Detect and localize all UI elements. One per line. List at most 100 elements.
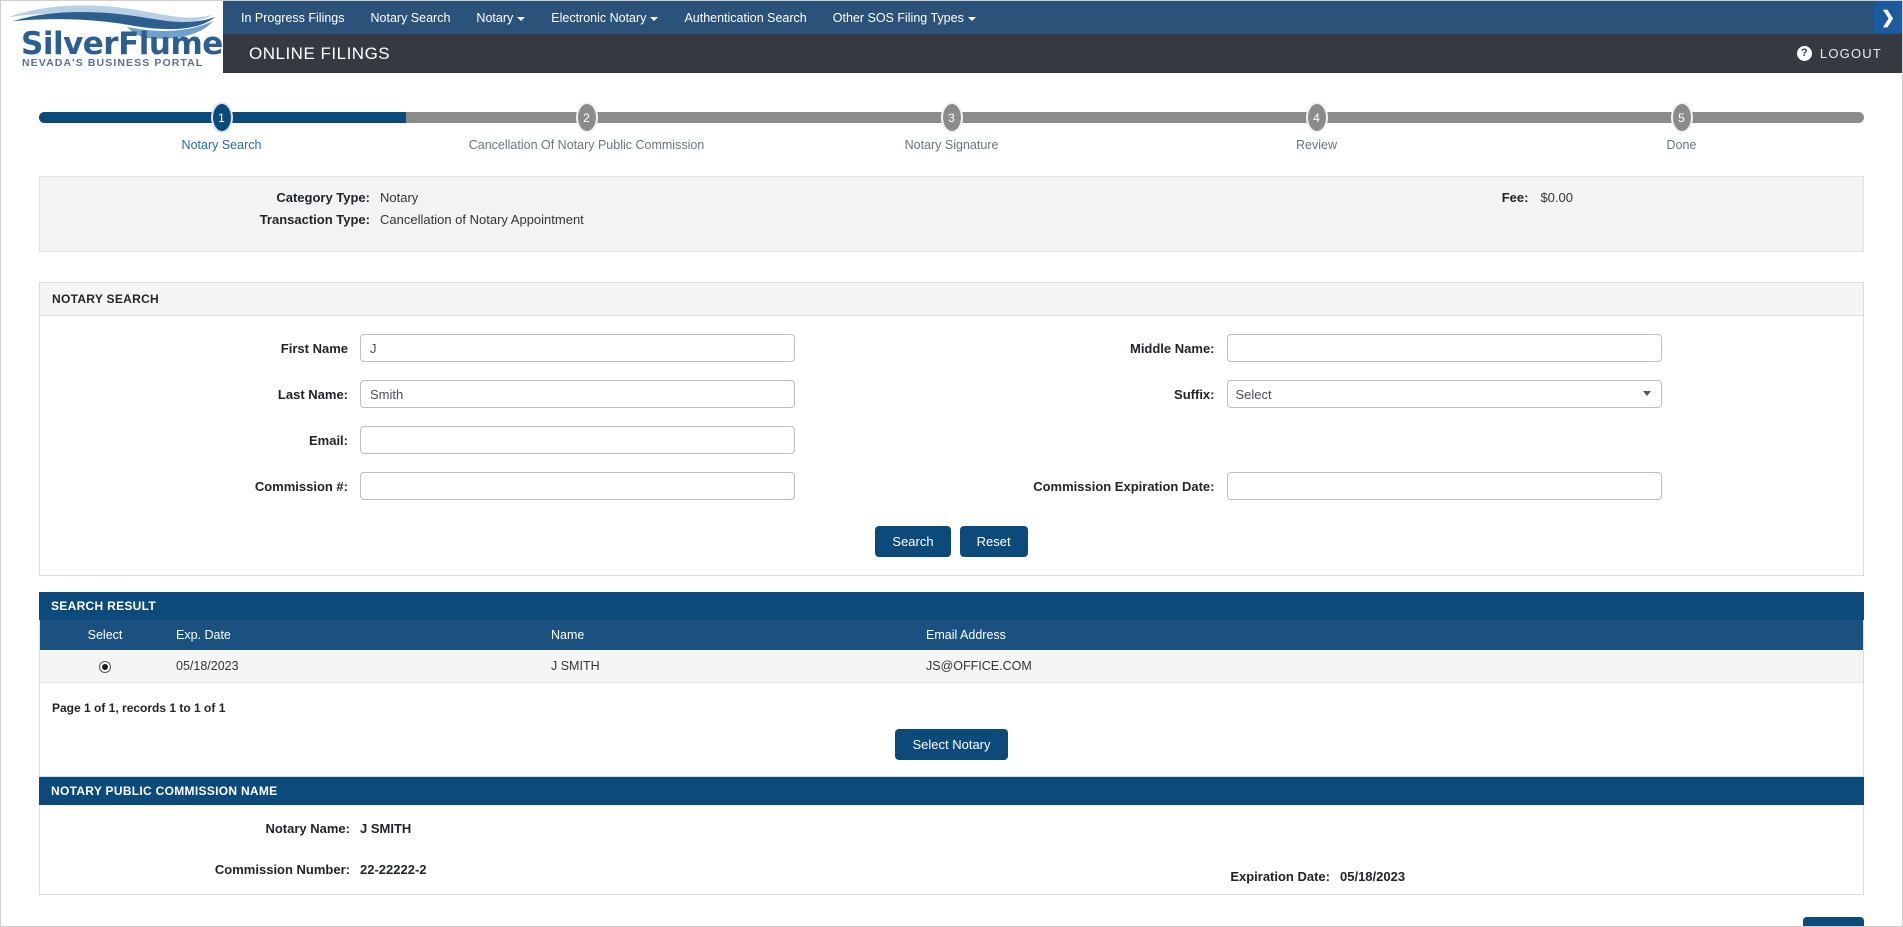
commission-expiration-input[interactable] [1227,472,1662,500]
transaction-type-value: Cancellation of Notary Appointment [380,212,584,227]
step-number: 3 [941,102,963,133]
nav-item-authentication-search[interactable]: Authentication Search [684,11,806,25]
select-notary-button[interactable]: Select Notary [895,729,1007,760]
category-type-row: Category Type: Notary [40,190,740,205]
last-name-row: Last Name: [40,380,952,408]
commission-number-detail-row: Commission Number: 22-22222-2 [40,862,1863,877]
middle-name-row: Middle Name: [952,334,1864,362]
main-menu: In Progress Filings Notary Search Notary… [241,1,976,34]
commission-number-detail-value: 22-22222-2 [360,862,427,877]
fee-value: $0.00 [1540,190,1573,205]
progress-stepper: 1 Notary Search 2 Cancellation Of Notary… [39,102,1864,158]
commission-number-row: Commission #: [40,472,952,500]
app-page: SilverFlume NEVADA'S BUSINESS PORTAL In … [0,0,1903,927]
nav-item-notary-search[interactable]: Notary Search [371,11,451,25]
nav-label: In Progress Filings [241,11,345,25]
transaction-type-label: Transaction Type: [40,212,380,227]
next-button[interactable]: Next [1803,917,1864,927]
last-name-label: Last Name: [40,387,360,402]
commission-details-section: Notary Name: J SMITH Commission Number: … [39,805,1864,895]
step-number: 1 [211,102,233,133]
commission-expiration-row: Commission Expiration Date: [952,472,1864,500]
step-number: 4 [1306,102,1328,133]
fee-label: Fee: [1502,190,1529,205]
nav-item-other-sos-filing-types[interactable]: Other SOS Filing Types [833,11,976,25]
suffix-label: Suffix: [952,387,1227,402]
row-select-cell [40,650,170,683]
nav-item-electronic-notary[interactable]: Electronic Notary [551,11,658,25]
email-label: Email: [40,433,360,448]
email-row: Email: [40,426,952,454]
search-form-right-column: Middle Name: Suffix: Select [952,334,1864,518]
step-number: 2 [576,102,598,133]
select-notary-radio[interactable] [99,661,111,673]
notary-search-panel: NOTARY SEARCH First Name Last Name: Emai… [39,282,1864,576]
suffix-select[interactable]: Select [1227,380,1662,408]
chevron-right-icon[interactable]: ❯ [1874,1,1902,34]
nav-label: Electronic Notary [551,11,646,25]
commission-name-heading: NOTARY PUBLIC COMMISSION NAME [39,777,1864,805]
search-form-left-column: First Name Last Name: Email: Commission … [40,334,952,518]
step-label: Notary Search [182,138,262,152]
expiration-date-value: 05/18/2023 [1340,869,1405,884]
search-actions: Search Reset [40,526,1863,557]
step-number: 5 [1671,102,1693,133]
nav-item-notary[interactable]: Notary [476,11,525,25]
step-label: Done [1667,138,1697,152]
commission-number-input[interactable] [360,472,795,500]
nav-label: Notary Search [371,11,451,25]
column-header-exp-date: Exp. Date [170,620,545,650]
pagination-info: Page 1 of 1, records 1 to 1 of 1 [40,683,1863,723]
nav-item-in-progress-filings[interactable]: In Progress Filings [241,11,345,25]
expiration-date-label: Expiration Date: [1140,869,1340,884]
notary-name-row: Notary Name: J SMITH [40,821,1863,836]
wizard-footer: Next [39,907,1864,927]
table-header-row: Select Exp. Date Name Email Address [40,620,1863,650]
logout-button[interactable]: LOGOUT [1820,46,1882,61]
nav-label: Notary [476,11,513,25]
first-name-input[interactable] [360,334,795,362]
silverflume-logo[interactable]: SilverFlume NEVADA'S BUSINESS PORTAL [1,1,223,73]
page-title: ONLINE FILINGS [249,44,390,64]
first-name-row: First Name [40,334,952,362]
commission-number-detail-label: Commission Number: [40,862,360,877]
reset-button[interactable]: Reset [960,526,1028,557]
table-row[interactable]: 05/18/2023 J SMITH JS@OFFICE.COM [40,650,1863,683]
email-input[interactable] [360,426,795,454]
chevron-down-icon [650,17,658,21]
column-header-name: Name [545,620,920,650]
account-actions: ? LOGOUT [1797,34,1882,73]
notary-name-label: Notary Name: [40,821,360,836]
first-name-label: First Name [40,341,360,356]
fee-row: Fee: $0.00 [1502,190,1573,205]
step-label: Cancellation Of Notary Public Commission [469,138,705,152]
nav-label: Other SOS Filing Types [833,11,964,25]
notary-name-value: J SMITH [360,821,411,836]
notary-search-heading: NOTARY SEARCH [40,283,1863,316]
online-filings-bar: ONLINE FILINGS ? LOGOUT [1,34,1902,73]
search-button[interactable]: Search [875,526,950,557]
middle-name-label: Middle Name: [952,341,1227,356]
chevron-down-icon [517,17,525,21]
transaction-type-row: Transaction Type: Cancellation of Notary… [40,212,740,227]
column-header-select: Select [40,620,170,650]
middle-name-input[interactable] [1227,334,1662,362]
category-type-label: Category Type: [40,190,380,205]
category-type-value: Notary [380,190,418,205]
row-name: J SMITH [545,650,920,683]
top-navigation-bar: SilverFlume NEVADA'S BUSINESS PORTAL In … [1,1,1902,34]
filing-summary-panel: Category Type: Notary Transaction Type: … [39,176,1864,252]
chevron-down-icon [968,17,976,21]
commission-expiration-label: Commission Expiration Date: [952,479,1227,494]
column-header-email-address: Email Address [920,620,1863,650]
step-label: Notary Signature [905,138,999,152]
expiration-date-row: Expiration Date: 05/18/2023 [1140,869,1405,884]
last-name-input[interactable] [360,380,795,408]
search-result-table: Select Exp. Date Name Email Address 05/1… [40,620,1863,683]
help-icon[interactable]: ? [1797,46,1812,61]
commission-number-label: Commission #: [40,479,360,494]
step-label: Review [1296,138,1337,152]
nav-label: Authentication Search [684,11,806,25]
search-result-section: Select Exp. Date Name Email Address 05/1… [39,620,1864,777]
logo-tagline: NEVADA'S BUSINESS PORTAL [22,57,203,69]
